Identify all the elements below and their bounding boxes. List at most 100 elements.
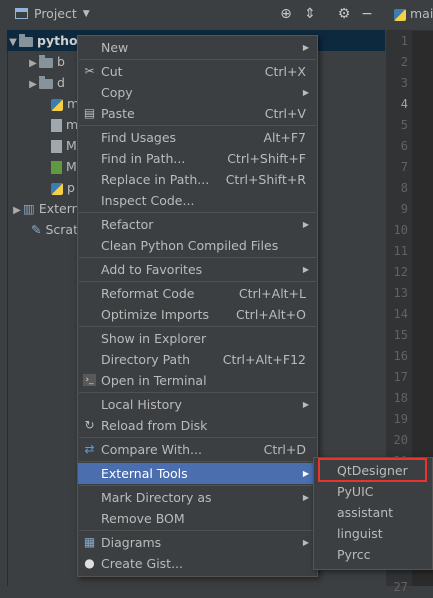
line-number: 13 (393, 286, 408, 300)
annotation-highlight-box (318, 458, 427, 482)
menu-item-directory-path[interactable]: Directory Path Ctrl+Alt+F12 (78, 349, 317, 370)
tree-item-scratches[interactable]: ✎ Scrat (31, 219, 78, 240)
menu-item-open-in-terminal[interactable]: ›_ Open in Terminal (78, 370, 317, 391)
line-number: 7 (400, 160, 408, 174)
menu-item-clean-compiled[interactable]: Clean Python Compiled Files (78, 235, 317, 256)
menu-item-compare-with[interactable]: ⇄ Compare With... Ctrl+D (78, 439, 317, 460)
line-number: 1 (400, 34, 408, 48)
project-title: Project (34, 6, 77, 21)
project-toolbar: Project ▼ ⊕ ⇕ ⚙ − (7, 0, 385, 31)
menu-item-replace-in-path[interactable]: Replace in Path... Ctrl+Shift+R (78, 169, 317, 190)
gear-icon[interactable]: ⚙ (336, 6, 352, 22)
menu-item-optimize-imports[interactable]: Optimize Imports Ctrl+Alt+O (78, 304, 317, 325)
menu-item-create-gist[interactable]: ● Create Gist... (78, 553, 317, 574)
clipboard-icon: ▤ (83, 106, 96, 120)
project-window-icon (15, 8, 28, 19)
python-file-icon (51, 182, 63, 195)
line-number: 10 (393, 223, 408, 237)
line-number: 6 (400, 139, 408, 153)
menu-separator (79, 530, 316, 531)
hide-icon[interactable]: − (359, 6, 375, 22)
tree-item[interactable]: p (51, 177, 75, 198)
menu-separator (79, 485, 316, 486)
chevron-right-icon: ▶ (302, 400, 309, 409)
tree-item-label: M (66, 159, 77, 174)
menu-separator (79, 326, 316, 327)
diagram-icon: ▦ (83, 535, 96, 549)
python-file-icon (394, 8, 406, 21)
menu-item-paste[interactable]: ▤ Paste Ctrl+V (78, 103, 317, 124)
tree-item-label: p (67, 180, 75, 195)
submenu-item-linguist[interactable]: linguist (314, 523, 432, 544)
menu-item-find-usages[interactable]: Find Usages Alt+F7 (78, 127, 317, 148)
scratches-icon: ✎ (31, 222, 42, 237)
file-icon (51, 140, 62, 153)
editor-tab-label: mai (410, 6, 433, 21)
menu-separator (79, 461, 316, 462)
tree-item-label: M (66, 138, 77, 153)
tree-item[interactable]: M (51, 135, 77, 156)
python-file-icon (51, 98, 63, 111)
line-number: 19 (393, 412, 408, 426)
menu-item-add-to-favorites[interactable]: Add to Favorites ▶ (78, 259, 317, 280)
menu-separator (79, 212, 316, 213)
tree-item-external-libraries[interactable]: ▶ ▥ Extern (11, 198, 79, 219)
tree-item[interactable]: m (51, 114, 78, 135)
tree-item[interactable]: ▶ b (27, 51, 65, 72)
line-number: 5 (400, 118, 408, 132)
chevron-right-icon: ▶ (302, 493, 309, 502)
line-number: 8 (400, 181, 408, 195)
menu-separator (79, 59, 316, 60)
menu-item-external-tools[interactable]: External Tools ▶ (78, 463, 317, 484)
folder-icon (39, 75, 53, 89)
submenu-item-pyrcc[interactable]: Pyrcc (314, 544, 432, 565)
chevron-right-icon: ▶ (302, 538, 309, 547)
submenu-item-assistant[interactable]: assistant (314, 502, 432, 523)
menu-item-new[interactable]: New ▶ (78, 37, 317, 58)
menu-separator (79, 125, 316, 126)
menu-separator (79, 437, 316, 438)
menu-item-remove-bom[interactable]: Remove BOM (78, 508, 317, 529)
menu-item-show-in-explorer[interactable]: Show in Explorer (78, 328, 317, 349)
github-icon: ● (84, 556, 95, 570)
menu-item-cut[interactable]: ✂ Cut Ctrl+X (78, 61, 317, 82)
tree-item[interactable]: M (51, 156, 77, 177)
chevron-right-icon: ▶ (13, 205, 21, 216)
tree-item-label: b (57, 54, 65, 69)
chevron-right-icon: ▶ (302, 88, 309, 97)
tree-item-label: d (57, 75, 65, 90)
line-number: 12 (393, 265, 408, 279)
tree-item[interactable]: m (51, 93, 79, 114)
line-number: 27 (393, 580, 408, 594)
locate-icon[interactable]: ⊕ (278, 6, 294, 22)
editor-tab[interactable]: mai (394, 6, 433, 21)
menu-item-mark-directory-as[interactable]: Mark Directory as ▶ (78, 487, 317, 508)
collapse-icon[interactable]: ⇕ (302, 6, 318, 22)
chevron-down-icon: ▼ (9, 37, 17, 48)
menu-separator (79, 257, 316, 258)
scissors-icon: ✂ (84, 64, 95, 78)
menu-separator (79, 281, 316, 282)
menu-item-inspect-code[interactable]: Inspect Code... (78, 190, 317, 211)
chevron-right-icon: ▶ (302, 469, 309, 478)
project-view-selector[interactable]: Project ▼ (15, 6, 90, 21)
menu-item-reformat-code[interactable]: Reformat Code Ctrl+Alt+L (78, 283, 317, 304)
tree-item[interactable]: ▶ d (27, 72, 65, 93)
menu-item-reload-from-disk[interactable]: ↻ Reload from Disk (78, 415, 317, 436)
menu-item-refactor[interactable]: Refactor ▶ (78, 214, 317, 235)
menu-item-diagrams[interactable]: ▦ Diagrams ▶ (78, 532, 317, 553)
submenu-item-pyuic[interactable]: PyUIC (314, 481, 432, 502)
folder-icon (39, 54, 53, 68)
file-icon (51, 119, 62, 132)
menu-item-local-history[interactable]: Local History ▶ (78, 394, 317, 415)
line-number: 17 (393, 370, 408, 384)
menu-item-find-in-path[interactable]: Find in Path... Ctrl+Shift+F (78, 148, 317, 169)
context-menu: New ▶ ✂ Cut Ctrl+X Copy ▶ ▤ Paste Ctrl+V Find … (77, 35, 318, 577)
line-number: 16 (393, 349, 408, 363)
file-icon (51, 161, 62, 174)
menu-item-copy[interactable]: Copy ▶ (78, 82, 317, 103)
chevron-right-icon: ▶ (29, 58, 37, 69)
folder-icon (19, 33, 33, 47)
chevron-right-icon: ▶ (302, 220, 309, 229)
tree-item-label: Scrat (45, 222, 78, 237)
